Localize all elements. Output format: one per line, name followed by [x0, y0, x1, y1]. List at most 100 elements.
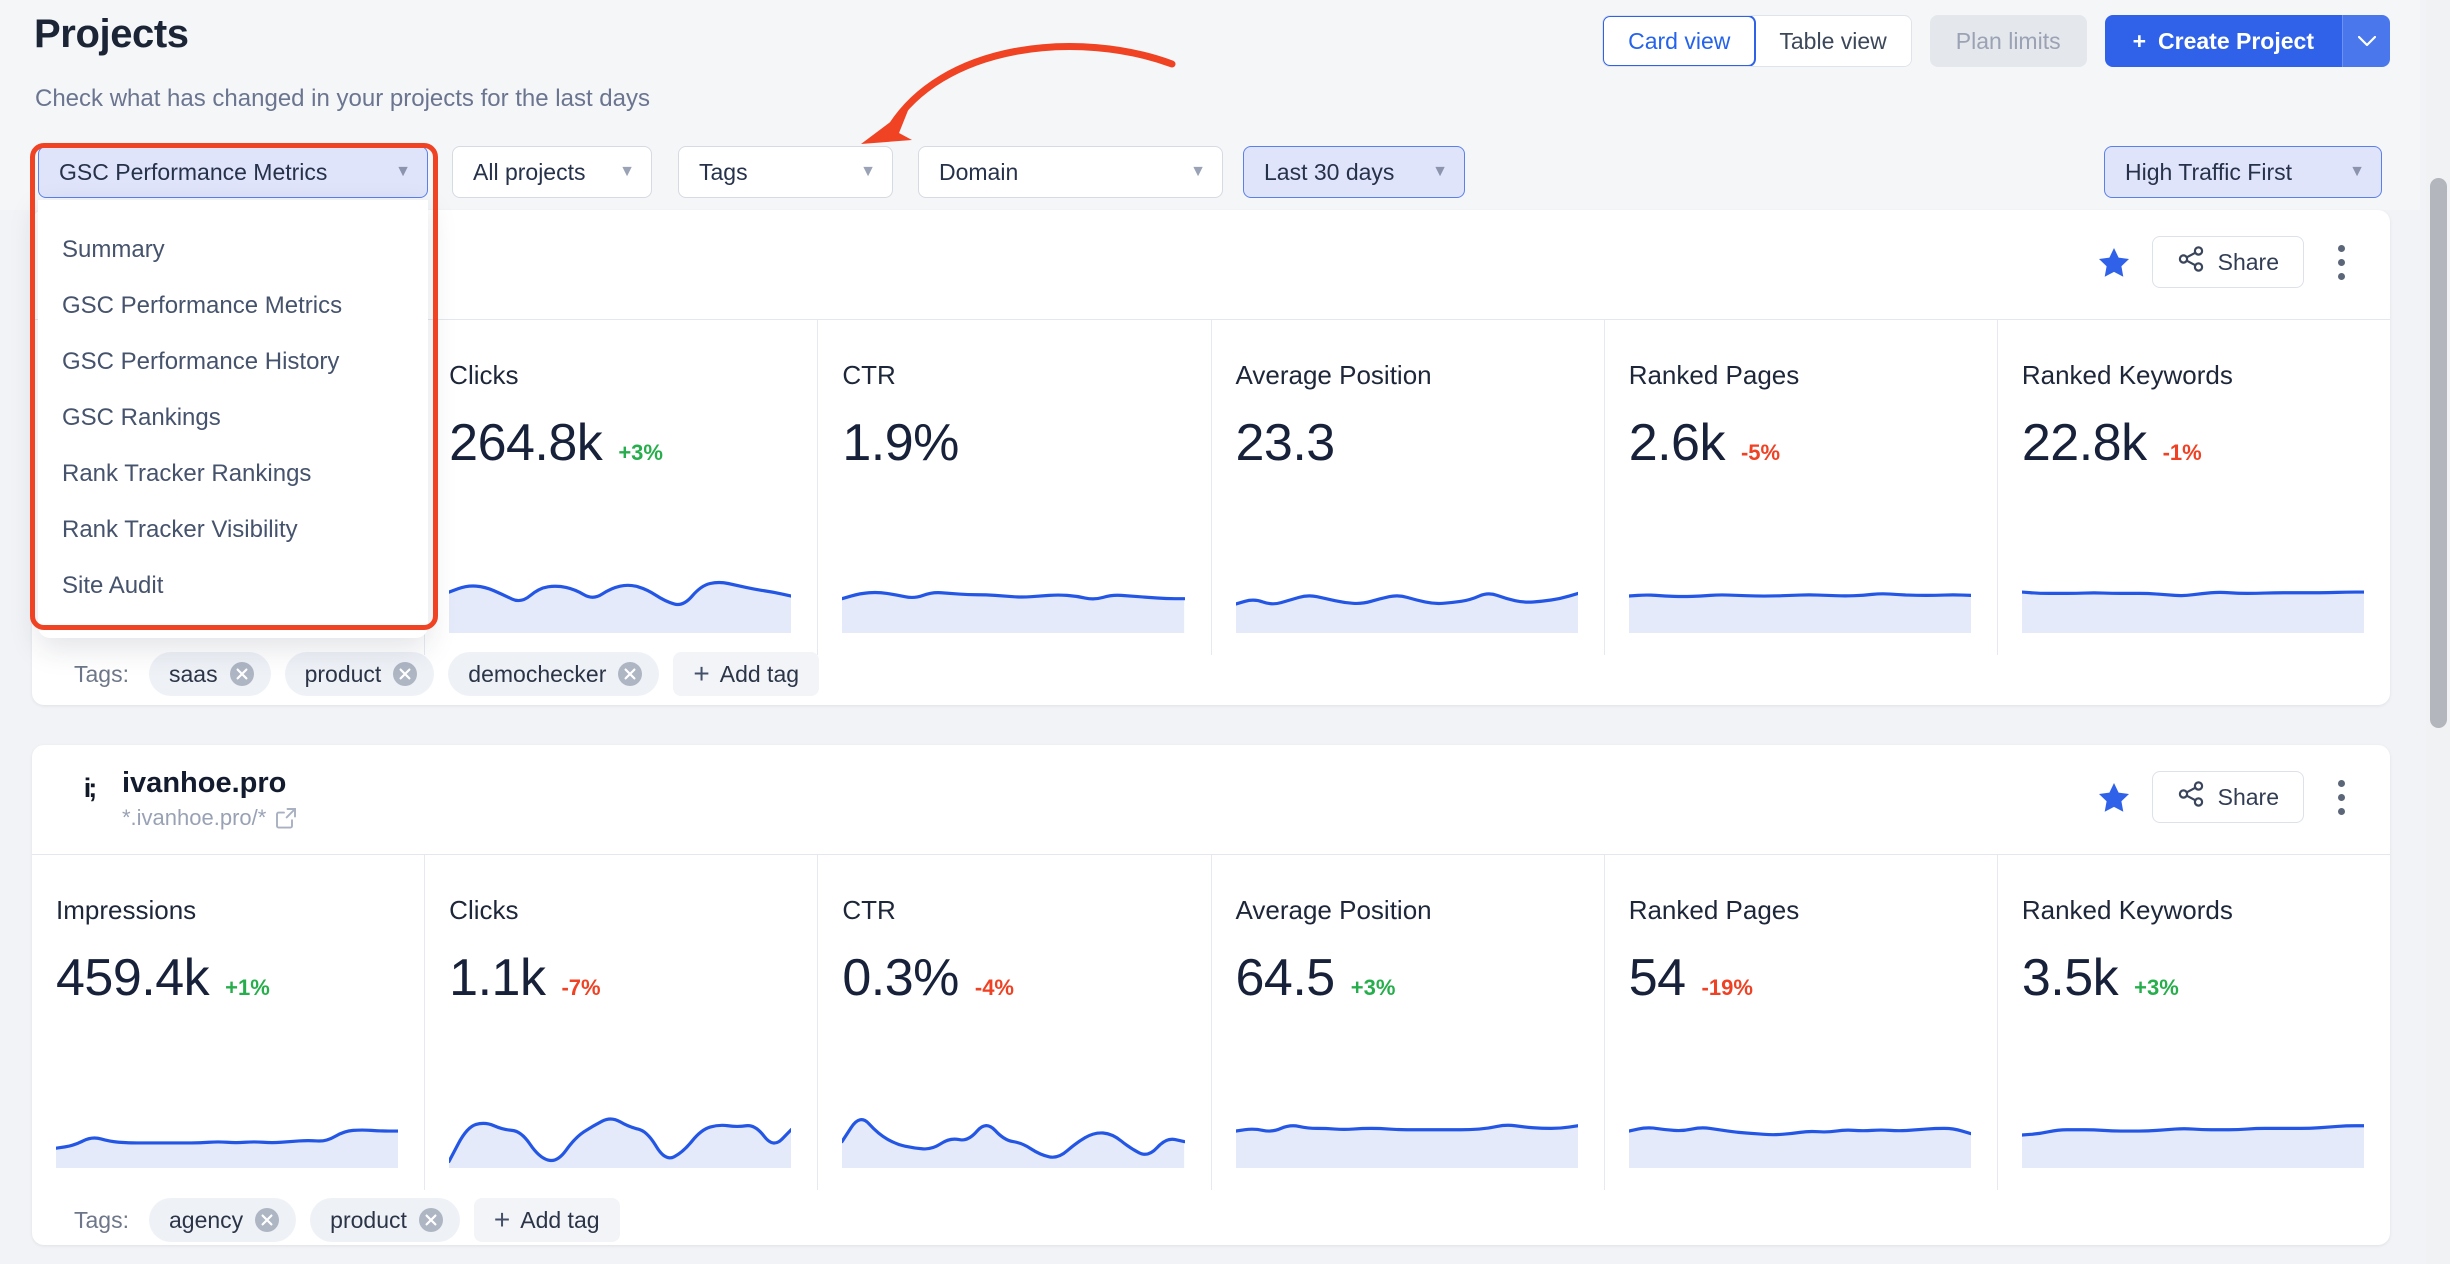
metric-value-row: 1.9% [842, 417, 1210, 469]
metric-cell: CTR 1.9% [818, 320, 1212, 655]
metric-delta: +1% [225, 975, 270, 1000]
tags-filter[interactable]: Tags ▼ [678, 146, 893, 198]
close-circle-icon[interactable] [392, 661, 418, 687]
metric-sparkline [842, 567, 1185, 633]
project-url[interactable]: *.ivanhoe.pro/* [122, 805, 297, 831]
tags-row: Tags: saas product demochecker + Add tag [32, 647, 2390, 701]
tag-chip[interactable]: product [284, 652, 435, 696]
scrollbar-track[interactable] [2426, 0, 2450, 1264]
share-label: Share [2217, 248, 2279, 275]
dropdown-item-label: Summary [62, 236, 165, 263]
chevron-down-icon: ▼ [1432, 163, 1448, 180]
metric-delta: +3% [618, 440, 663, 465]
tab-table-view[interactable]: Table view [1755, 16, 1911, 66]
metric-value-row: 23.3 [1236, 417, 1604, 469]
chevron-down-icon: ▼ [1190, 163, 1206, 180]
close-circle-icon[interactable] [254, 1207, 280, 1233]
metrics-grid: Impressions 459.4k +1% Clicks 1.1k -7% CTR 0.3%… [32, 855, 2390, 1190]
dropdown-item-rank-tracker-rankings[interactable]: Rank Tracker Rankings [38, 446, 428, 502]
project-identity: i; ivanhoe.pro *.ivanhoe.pro/* [74, 767, 297, 831]
dropdown-item-label: Site Audit [62, 572, 164, 599]
close-circle-icon[interactable] [418, 1207, 444, 1233]
add-tag-label: Add tag [520, 1206, 600, 1233]
tags-label: Tags: [74, 1206, 129, 1233]
project-card-actions: Share [2098, 236, 2356, 288]
metric-value: 1.9% [842, 414, 959, 472]
metric-sparkline [56, 1102, 399, 1168]
project-card-actions: Share [2098, 771, 2356, 823]
projects-filter-value: All projects [473, 158, 586, 185]
tag-chip[interactable]: product [310, 1198, 460, 1242]
projects-dashboard: Projects Check what has changed in your … [0, 0, 2450, 1264]
metric-value: 22.8k [2021, 414, 2147, 472]
dropdown-item-label: Rank Tracker Rankings [62, 460, 312, 487]
close-circle-icon[interactable] [617, 661, 643, 687]
external-link-icon[interactable] [275, 807, 297, 829]
metric-label: Ranked Pages [1628, 360, 1800, 390]
more-vertical-icon[interactable] [2326, 774, 2356, 820]
metric-cell: CTR 0.3% -4% [818, 855, 1212, 1190]
dropdown-item-label: Rank Tracker Visibility [62, 516, 298, 543]
dropdown-item-gsc-rankings[interactable]: GSC Rankings [38, 390, 428, 446]
metric-cell: Ranked Pages 54 -19% [1605, 855, 1998, 1190]
tab-card-view[interactable]: Card view [1603, 16, 1757, 66]
tag-label: saas [168, 660, 218, 687]
metric-cell: Ranked Keywords 22.8k -1% [1998, 320, 2390, 655]
tag-chip[interactable]: saas [148, 652, 271, 696]
dropdown-item-label: GSC Performance Metrics [62, 292, 343, 319]
star-filled-icon[interactable] [2098, 782, 2130, 813]
tag-label: product [304, 660, 382, 687]
metric-sparkline [1235, 1102, 1578, 1168]
dropdown-item-summary[interactable]: Summary [38, 222, 428, 278]
dropdown-item-gsc-performance-history[interactable]: GSC Performance History [38, 334, 428, 390]
metric-value: 3.5k [2021, 949, 2119, 1007]
scrollbar-thumb[interactable] [2430, 178, 2447, 728]
metric-label: Average Position [1235, 895, 1432, 925]
dropdown-item-gsc-performance-metrics[interactable]: GSC Performance Metrics [38, 278, 428, 334]
dropdown-item-site-audit[interactable]: Site Audit [38, 558, 428, 614]
projects-filter[interactable]: All projects ▼ [452, 146, 652, 198]
add-tag-button[interactable]: + Add tag [673, 652, 820, 696]
date-range-filter[interactable]: Last 30 days ▼ [1243, 146, 1465, 198]
chevron-down-icon: ▼ [2349, 163, 2365, 180]
plus-icon: + [493, 1203, 511, 1235]
domain-filter[interactable]: Domain ▼ [918, 146, 1223, 198]
metric-value-row: 64.5 +3% [1236, 952, 1604, 1004]
sort-filter[interactable]: High Traffic First ▼ [2104, 146, 2382, 198]
metric-value-row: 54 -19% [1629, 952, 1997, 1004]
tag-chip[interactable]: agency [148, 1198, 297, 1242]
add-tag-button[interactable]: + Add tag [473, 1198, 620, 1242]
metric-delta: -7% [561, 975, 601, 1000]
dropdown-item-rank-tracker-visibility[interactable]: Rank Tracker Visibility [38, 502, 428, 558]
metric-label: Ranked Pages [1628, 895, 1800, 925]
chevron-down-icon[interactable] [2342, 15, 2390, 67]
share-button[interactable]: Share [2151, 236, 2304, 288]
more-vertical-icon[interactable] [2326, 239, 2356, 285]
page-header: Projects Check what has changed in your … [0, 0, 2420, 135]
dropdown-item-label: GSC Rankings [62, 404, 221, 431]
share-nodes-icon [2177, 780, 2205, 814]
metric-delta: -1% [2162, 440, 2202, 465]
metric-value: 264.8k [449, 414, 603, 472]
metric-delta: +3% [1350, 975, 1396, 1000]
metric-sparkline [842, 1102, 1185, 1168]
metric-select-value: GSC Performance Metrics [59, 158, 328, 185]
metric-select[interactable]: GSC Performance Metrics ▼ [38, 146, 428, 198]
metric-label: Ranked Keywords [2021, 360, 2233, 390]
create-project-button[interactable]: + Create Project [2104, 15, 2342, 67]
share-button[interactable]: Share [2151, 771, 2304, 823]
project-name[interactable]: ivanhoe.pro [122, 767, 297, 800]
metric-value-row: 2.6k -5% [1629, 417, 1997, 469]
plan-limits-button[interactable]: Plan limits [1929, 15, 2087, 67]
metric-sparkline [449, 567, 792, 633]
tag-chip[interactable]: demochecker [448, 652, 660, 696]
star-filled-icon[interactable] [2098, 247, 2130, 278]
tag-label: demochecker [468, 660, 607, 687]
metric-value-row: 1.1k -7% [449, 952, 817, 1004]
metric-value-row: 459.4k +1% [56, 952, 424, 1004]
chevron-down-icon: ▼ [619, 163, 635, 180]
close-circle-icon[interactable] [229, 661, 255, 687]
page-subtitle: Check what has changed in your projects … [35, 85, 650, 112]
create-project-group: + Create Project [2104, 15, 2390, 67]
metric-delta: -5% [1740, 440, 1781, 465]
